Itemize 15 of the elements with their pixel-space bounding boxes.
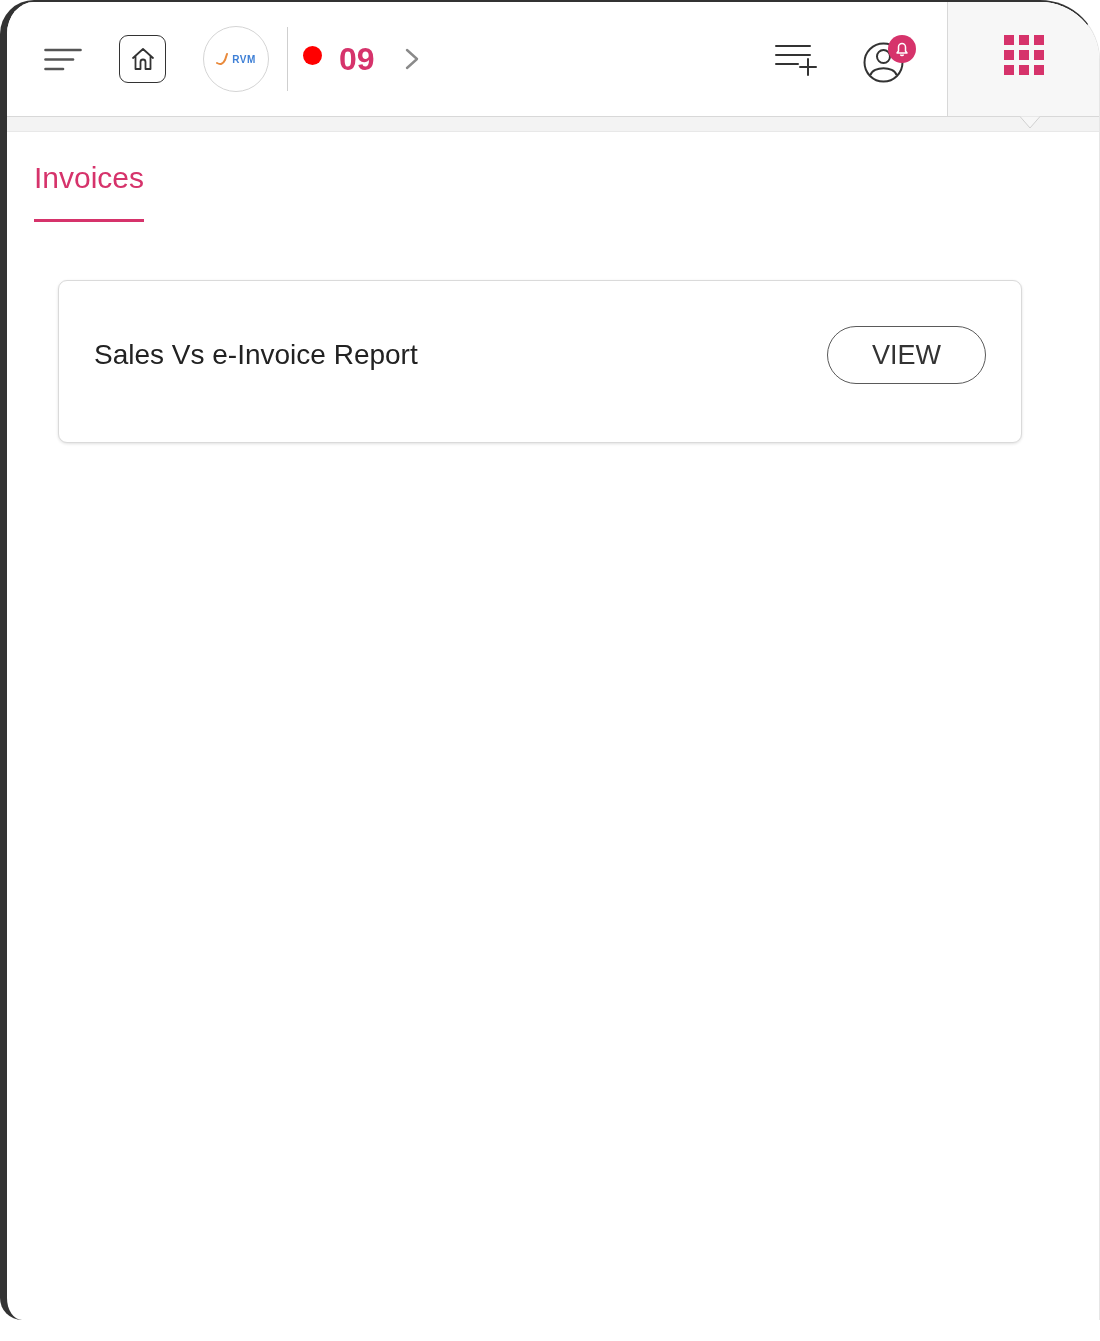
logo-text: RVM — [232, 53, 256, 65]
list-add-icon[interactable] — [775, 42, 817, 76]
report-title: Sales Vs e-Invoice Report — [94, 338, 418, 372]
home-button[interactable] — [119, 35, 166, 83]
menu-icon[interactable] — [44, 47, 82, 71]
apps-button[interactable] — [947, 2, 1099, 116]
status-dot-icon — [303, 45, 322, 65]
grid-icon — [1003, 35, 1044, 75]
count-text: 09 — [339, 43, 375, 75]
home-icon — [130, 47, 155, 71]
view-button[interactable]: VIEW — [827, 326, 986, 384]
swoosh-icon — [216, 52, 231, 66]
chevron-right-icon[interactable] — [404, 48, 419, 70]
profile-button[interactable] — [863, 35, 916, 83]
tab[interactable]: Invoices — [34, 158, 145, 222]
